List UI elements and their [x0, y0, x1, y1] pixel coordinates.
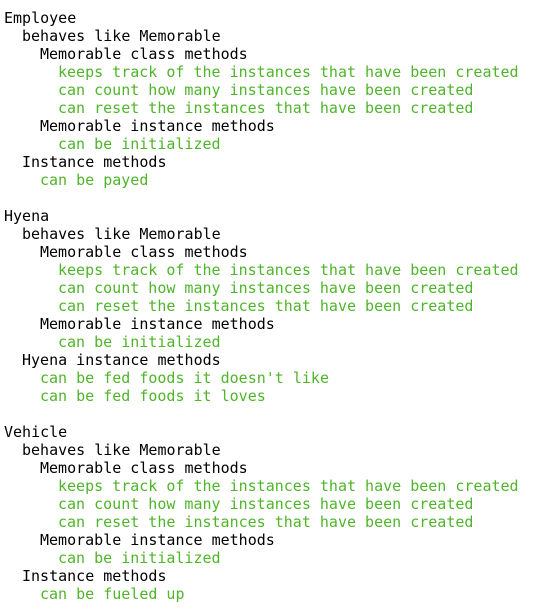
test-group-line: Vehicle	[4, 423, 68, 441]
test-group-line: Hyena	[4, 207, 50, 225]
test-pass-line: can be initialized	[58, 135, 221, 153]
test-group-line: Memorable class methods	[40, 459, 248, 477]
test-group-line: Instance methods	[22, 567, 167, 585]
test-pass-line: keeps track of the instances that have b…	[58, 477, 519, 495]
test-group-line: behaves like Memorable	[22, 441, 221, 459]
test-pass-line: can count how many instances have been c…	[58, 495, 474, 513]
test-pass-line: can be initialized	[58, 549, 221, 567]
test-pass-line: can be fed foods it doesn't like	[40, 369, 329, 387]
test-group-line: Hyena instance methods	[22, 351, 221, 369]
test-pass-line: can reset the instances that have been c…	[58, 513, 474, 531]
test-group-line: Employee	[4, 9, 77, 27]
test-group-line: Memorable instance methods	[40, 315, 275, 333]
test-group-line: behaves like Memorable	[22, 225, 221, 243]
test-pass-line: keeps track of the instances that have b…	[58, 261, 519, 279]
test-pass-line: keeps track of the instances that have b…	[58, 63, 519, 81]
test-group-line: behaves like Memorable	[22, 27, 221, 45]
test-pass-line: can be payed	[40, 171, 149, 189]
test-pass-line: can be fed foods it loves	[40, 387, 266, 405]
test-pass-line: can be fueled up	[40, 585, 185, 603]
test-pass-line: can count how many instances have been c…	[58, 81, 474, 99]
test-pass-line: can reset the instances that have been c…	[58, 99, 474, 117]
test-group-line: Memorable instance methods	[40, 117, 275, 135]
test-group-line: Memorable class methods	[40, 45, 248, 63]
test-group-line: Memorable instance methods	[40, 531, 275, 549]
test-group-line: Memorable class methods	[40, 243, 248, 261]
test-pass-line: can be initialized	[58, 333, 221, 351]
test-pass-line: can reset the instances that have been c…	[58, 297, 474, 315]
test-pass-line: can count how many instances have been c…	[58, 279, 474, 297]
test-group-line: Instance methods	[22, 153, 167, 171]
terminal-output[interactable]: Employee behaves like Memorable Memorable …	[0, 0, 556, 614]
